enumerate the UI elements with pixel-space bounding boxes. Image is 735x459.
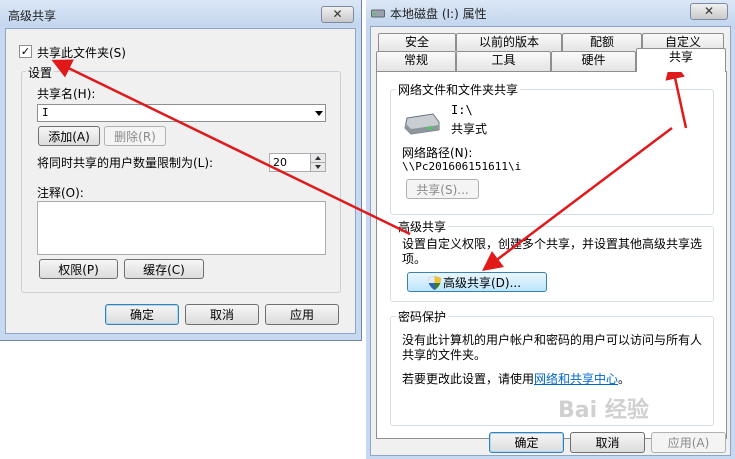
user-limit-value: 20 xyxy=(273,156,287,169)
share-button[interactable]: 共享(S)... xyxy=(406,179,479,199)
add-button[interactable]: 添加(A) xyxy=(38,126,100,146)
comment-textarea[interactable] xyxy=(37,201,326,255)
advanced-share-button[interactable]: 高级共享(D)... xyxy=(407,272,547,292)
tab-previous-versions[interactable]: 以前的版本 xyxy=(456,33,562,51)
share-folder-label: 共享此文件夹(S) xyxy=(37,46,126,60)
dialog-client-area: 安全 以前的版本 配额 自定义 常规 工具 硬件 共享 网络文件和文件夹共享 I… xyxy=(370,26,731,456)
permissions-button[interactable]: 权限(P) xyxy=(39,259,118,279)
network-sharing-center-link[interactable]: 网络和共享中心 xyxy=(534,372,618,386)
stepper-down-button[interactable] xyxy=(310,162,325,171)
comment-label: 注释(O): xyxy=(37,186,84,200)
advanced-sharing-window: 高级共享 ✕ ✓ 共享此文件夹(S) 设置 共享名(H): I 添加(A) 删除… xyxy=(0,0,362,341)
tab-quota[interactable]: 配额 xyxy=(562,33,642,51)
drive-name: I:\ xyxy=(451,103,473,117)
baidu-watermark: Bai 经验 xyxy=(558,398,649,423)
title-bar: 高级共享 ✕ xyxy=(0,0,361,27)
cache-button[interactable]: 缓存(C) xyxy=(124,259,204,279)
window-title: 高级共享 xyxy=(8,9,57,23)
stepper-up-button[interactable] xyxy=(310,154,325,162)
drive-icon xyxy=(371,9,385,18)
close-button[interactable]: ✕ xyxy=(690,3,728,20)
user-limit-stepper[interactable]: 20 xyxy=(269,153,326,172)
close-icon: ✕ xyxy=(332,7,343,21)
advanced-share-description-line1: 设置自定义权限，创建多个共享，并设置其他高级共享选 xyxy=(402,237,703,251)
hard-drive-icon xyxy=(404,113,440,135)
title-bar: 本地磁盘 (I:) 属性 ✕ xyxy=(366,0,735,26)
sharing-tab-panel: 网络文件和文件夹共享 I:\ 共享式 网络路径(N): \\Pc20160615… xyxy=(376,71,727,439)
settings-group-title: 设置 xyxy=(26,64,55,81)
share-folder-checkbox[interactable]: ✓ xyxy=(19,45,32,58)
cancel-button[interactable]: 取消 xyxy=(570,432,645,453)
close-button[interactable]: ✕ xyxy=(321,6,354,23)
network-path-label: 网络路径(N): xyxy=(402,146,473,160)
tab-security[interactable]: 安全 xyxy=(378,33,456,51)
chevron-down-icon xyxy=(315,111,323,116)
tab-tools[interactable]: 工具 xyxy=(456,51,551,71)
ok-button[interactable]: 确定 xyxy=(105,304,179,325)
dialog-client-area: ✓ 共享此文件夹(S) 设置 共享名(H): I 添加(A) 删除(R) 将同时… xyxy=(5,28,356,334)
cancel-button[interactable]: 取消 xyxy=(185,304,259,325)
tab-general[interactable]: 常规 xyxy=(376,51,456,71)
advanced-share-button-label: 高级共享(D)... xyxy=(443,276,522,290)
share-type: 共享式 xyxy=(451,122,488,136)
ok-button[interactable]: 确定 xyxy=(489,432,564,453)
window-title: 本地磁盘 (I:) 属性 xyxy=(390,7,487,21)
arrow-up-icon xyxy=(315,156,321,160)
network-path-value: \\Pc20160615​1611\i xyxy=(402,160,522,173)
arrow-down-icon xyxy=(315,165,321,169)
network-share-group-title: 网络文件和文件夹共享 xyxy=(396,81,521,98)
remove-button[interactable]: 删除(R) xyxy=(104,126,166,146)
password-text-line2: 共享的文件夹。 xyxy=(402,348,487,362)
advanced-share-group-title: 高级共享 xyxy=(396,218,449,235)
share-name-value: I xyxy=(42,106,49,119)
uac-shield-icon xyxy=(428,276,441,290)
share-name-select[interactable]: I xyxy=(37,104,326,122)
close-icon: ✕ xyxy=(703,4,715,18)
password-text-line3: 若要更改此设置，请使用网络和共享中心。 xyxy=(402,372,631,386)
apply-button[interactable]: 应用(A) xyxy=(651,432,726,453)
drive-properties-window: 本地磁盘 (I:) 属性 ✕ 安全 以前的版本 配额 自定义 常规 工具 硬件 … xyxy=(366,0,735,459)
tab-hardware[interactable]: 硬件 xyxy=(551,51,636,71)
tab-sharing[interactable]: 共享 xyxy=(636,48,726,72)
user-limit-label: 将同时共享的用户数量限制为(L): xyxy=(37,156,214,170)
password-protection-group-title: 密码保护 xyxy=(396,308,449,325)
advanced-share-description-line2: 项。 xyxy=(402,252,427,266)
share-name-label: 共享名(H): xyxy=(37,87,96,101)
apply-button[interactable]: 应用 xyxy=(265,304,339,325)
